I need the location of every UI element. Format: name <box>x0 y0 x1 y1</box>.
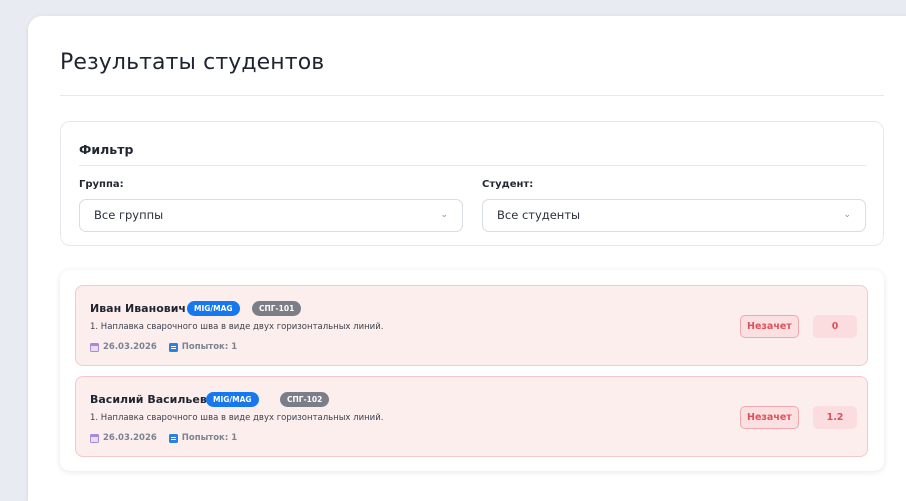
score-badge: 1.2 <box>813 406 857 429</box>
student-select-value: Все студенты <box>497 208 581 222</box>
attempts-icon <box>168 433 178 443</box>
group-select-value: Все группы <box>94 208 164 222</box>
chevron-down-icon: ⌄ <box>440 210 448 220</box>
student-name: Иван Иванович <box>90 302 186 315</box>
result-row[interactable]: Василий Васильевич MIG/MAG СПГ-102 1. На… <box>75 376 868 457</box>
result-meta: 26.03.2026 Попыток: 1 <box>90 433 237 443</box>
score-badge: 0 <box>813 315 857 338</box>
group-select[interactable]: Все группы ⌄ <box>79 199 463 232</box>
calendar-icon <box>90 433 99 443</box>
method-badge: MIG/MAG <box>187 301 240 316</box>
status-badge: Незачет <box>740 406 799 429</box>
task-description: 1. Наплавка сварочного шва в виде двух г… <box>90 322 384 332</box>
group-label: Группа: <box>79 179 124 190</box>
chevron-down-icon: ⌄ <box>843 210 851 220</box>
title-divider <box>60 95 884 96</box>
method-badge: MIG/MAG <box>206 392 259 407</box>
attempts-icon <box>168 342 178 352</box>
result-date: 26.03.2026 <box>103 433 157 443</box>
calendar-icon <box>90 342 99 352</box>
filter-divider <box>79 165 866 166</box>
group-badge: СПГ-101 <box>252 301 302 316</box>
filter-title: Фильтр <box>79 142 134 157</box>
task-description: 1. Наплавка сварочного шва в виде двух г… <box>90 413 384 423</box>
attempts-count: Попыток: 1 <box>181 433 238 443</box>
student-label: Студент: <box>482 179 534 190</box>
result-date: 26.03.2026 <box>103 342 157 352</box>
page-title: Результаты студентов <box>60 50 325 75</box>
status-badge: Незачет <box>740 315 799 338</box>
result-meta: 26.03.2026 Попыток: 1 <box>90 342 237 352</box>
group-badge: СПГ-102 <box>280 392 330 407</box>
result-row[interactable]: Иван Иванович MIG/MAG СПГ-101 1. Наплавк… <box>75 285 868 366</box>
filter-panel: Фильтр Группа: Все группы ⌄ Студент: Все… <box>60 121 884 246</box>
attempts-count: Попыток: 1 <box>181 342 238 352</box>
student-select[interactable]: Все студенты ⌄ <box>482 199 866 232</box>
student-name: Василий Васильевич <box>90 393 223 406</box>
results-list: Иван Иванович MIG/MAG СПГ-101 1. Наплавк… <box>60 270 884 471</box>
